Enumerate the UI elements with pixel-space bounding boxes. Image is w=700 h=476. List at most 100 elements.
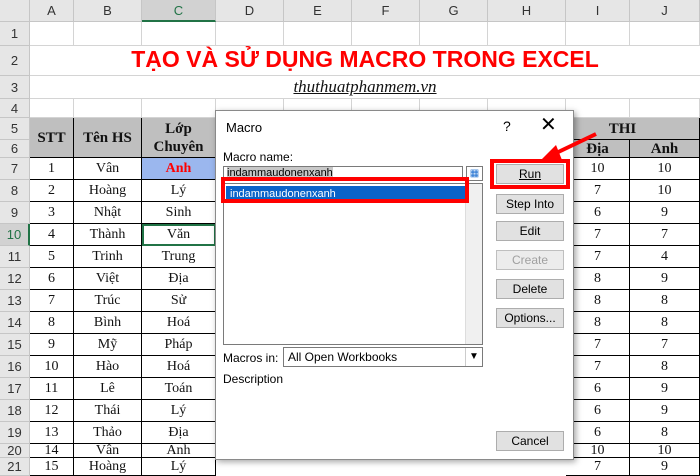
cell-ten[interactable]: Trinh — [74, 246, 142, 268]
cell-dia[interactable]: 6 — [566, 202, 630, 224]
column-header-d[interactable]: D — [216, 0, 284, 22]
cell-anh[interactable]: 10 — [630, 158, 700, 180]
grid-cell[interactable] — [566, 99, 630, 118]
macros-in-select[interactable]: All Open Workbooks ▼ — [283, 347, 483, 367]
cell-dia[interactable]: 7 — [566, 334, 630, 356]
row-header-19[interactable]: 19 — [0, 422, 30, 444]
cell-ten[interactable]: Nhật — [74, 202, 142, 224]
cell-lop[interactable]: Hoá — [142, 312, 216, 334]
row-header-17[interactable]: 17 — [0, 378, 30, 400]
cell-stt[interactable]: 13 — [30, 422, 74, 444]
row-header-1[interactable]: 1 — [0, 22, 30, 46]
cell-ten[interactable]: Mỹ — [74, 334, 142, 356]
cell-stt[interactable]: 5 — [30, 246, 74, 268]
select-all-corner[interactable] — [0, 0, 30, 22]
create-button[interactable]: Create — [496, 250, 564, 270]
cell-stt[interactable]: 8 — [30, 312, 74, 334]
cell-ten[interactable]: Hoàng — [74, 180, 142, 202]
cell-stt[interactable]: 7 — [30, 290, 74, 312]
cell-stt[interactable]: 9 — [30, 334, 74, 356]
chevron-down-icon[interactable]: ▼ — [465, 348, 482, 366]
cell-stt[interactable]: 1 — [30, 158, 74, 180]
cell-stt[interactable]: 11 — [30, 378, 74, 400]
cell-dia[interactable]: 6 — [566, 422, 630, 444]
grid-cell[interactable] — [284, 22, 352, 46]
grid-cell[interactable] — [488, 22, 566, 46]
cell-stt[interactable]: 4 — [30, 224, 74, 246]
macro-list[interactable]: indammaudonenxanh — [223, 183, 483, 345]
grid-cell[interactable] — [30, 22, 74, 46]
cell-lop[interactable]: Văn — [142, 224, 216, 246]
cell-lop[interactable]: Trung — [142, 246, 216, 268]
cell-anh[interactable]: 9 — [630, 400, 700, 422]
header-dia[interactable]: Địa — [566, 140, 630, 158]
column-header-i[interactable]: I — [566, 0, 630, 22]
cell-dia[interactable]: 7 — [566, 180, 630, 202]
header-stt[interactable]: STT — [30, 118, 74, 158]
row-header-5[interactable]: 5 — [0, 118, 30, 140]
row-header-13[interactable]: 13 — [0, 290, 30, 312]
grid-cell[interactable] — [566, 22, 630, 46]
cell-anh[interactable]: 7 — [630, 224, 700, 246]
column-header-c[interactable]: C — [142, 0, 216, 22]
cell-dia[interactable]: 6 — [566, 378, 630, 400]
row-header-11[interactable]: 11 — [0, 246, 30, 268]
cell-stt[interactable]: 15 — [30, 458, 74, 476]
cell-dia[interactable]: 7 — [566, 246, 630, 268]
cell-lop[interactable]: Hoá — [142, 356, 216, 378]
cell-stt[interactable]: 2 — [30, 180, 74, 202]
cell-anh[interactable]: 8 — [630, 290, 700, 312]
cell-dia[interactable]: 6 — [566, 400, 630, 422]
row-header-3[interactable]: 3 — [0, 76, 30, 99]
cell-dia[interactable]: 8 — [566, 290, 630, 312]
column-header-j[interactable]: J — [630, 0, 700, 22]
cell-ten[interactable]: Thảo — [74, 422, 142, 444]
cell-dia[interactable]: 10 — [566, 443, 630, 458]
grid-cell[interactable] — [352, 22, 420, 46]
grid-cell[interactable] — [30, 99, 74, 118]
cell-ten[interactable]: Vân — [74, 158, 142, 180]
row-header-8[interactable]: 8 — [0, 180, 30, 202]
cell-dia[interactable]: 7 — [566, 356, 630, 378]
cell-anh[interactable]: 8 — [630, 312, 700, 334]
grid-cell[interactable] — [142, 99, 216, 118]
row-header-6[interactable]: 6 — [0, 140, 30, 158]
cell-dia[interactable]: 10 — [566, 158, 630, 180]
cell-ten[interactable]: Bình — [74, 312, 142, 334]
row-header-15[interactable]: 15 — [0, 334, 30, 356]
cell-dia[interactable]: 8 — [566, 268, 630, 290]
column-header-g[interactable]: G — [420, 0, 488, 22]
cell-anh[interactable]: 9 — [630, 268, 700, 290]
cell-lop[interactable]: Anh — [142, 443, 216, 458]
cell-ten[interactable]: Thái — [74, 400, 142, 422]
column-header-a[interactable]: A — [30, 0, 74, 22]
row-header-4[interactable]: 4 — [0, 99, 30, 118]
step-into-button[interactable]: Step Into — [496, 194, 564, 214]
grid-cell[interactable] — [216, 22, 284, 46]
column-header-h[interactable]: H — [488, 0, 566, 22]
cell-stt[interactable]: 6 — [30, 268, 74, 290]
cell-stt[interactable]: 14 — [30, 443, 74, 458]
cell-anh[interactable]: 8 — [630, 356, 700, 378]
cell-lop[interactable]: Sử — [142, 290, 216, 312]
cell-lop[interactable]: Địa — [142, 268, 216, 290]
grid-cell[interactable] — [630, 22, 700, 46]
cell-dia[interactable]: 8 — [566, 312, 630, 334]
cell-lop[interactable]: Sinh — [142, 202, 216, 224]
header-ten[interactable]: Tên HS — [74, 118, 142, 158]
row-header-21[interactable]: 21 — [0, 458, 30, 476]
grid-cell[interactable] — [74, 22, 142, 46]
close-icon[interactable]: ✕ — [540, 114, 557, 136]
cell-ten[interactable]: Thành — [74, 224, 142, 246]
row-header-18[interactable]: 18 — [0, 400, 30, 422]
cell-anh[interactable]: 9 — [630, 378, 700, 400]
row-header-9[interactable]: 9 — [0, 202, 30, 224]
cell-stt[interactable]: 12 — [30, 400, 74, 422]
row-header-12[interactable]: 12 — [0, 268, 30, 290]
cell-stt[interactable]: 10 — [30, 356, 74, 378]
cell-ten[interactable]: Vân — [74, 443, 142, 458]
cell-lop[interactable]: Anh — [142, 158, 216, 180]
row-header-7[interactable]: 7 — [0, 158, 30, 180]
grid-cell[interactable] — [630, 99, 700, 118]
macro-list-scrollbar[interactable] — [465, 184, 482, 344]
